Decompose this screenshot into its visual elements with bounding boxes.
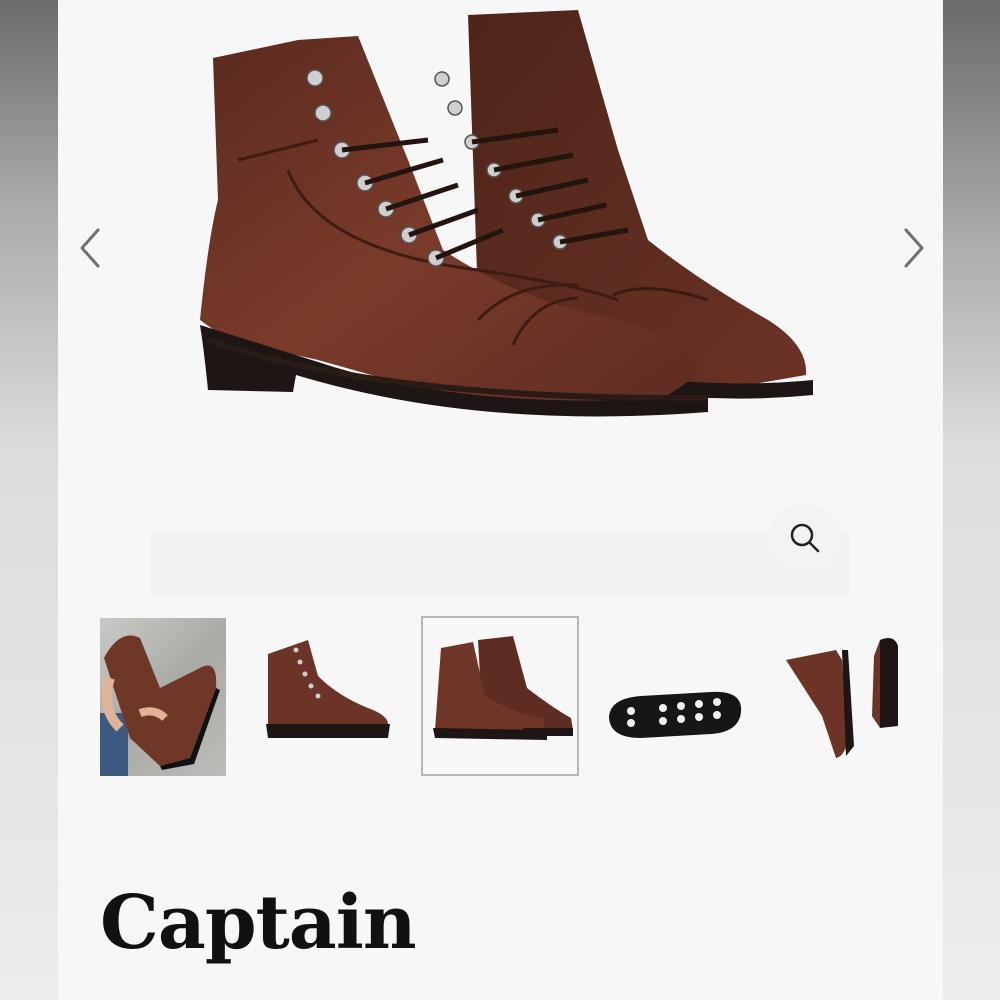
thumbnail-side-view[interactable] (248, 616, 396, 776)
thumbnail-top-view-image (786, 638, 898, 758)
product-title: Captain (100, 880, 417, 966)
thumbnail-pair-image (433, 636, 573, 740)
carousel-prev-button[interactable] (68, 222, 116, 274)
zoom-button[interactable] (768, 505, 842, 571)
thumbnail-side-view-image (266, 640, 390, 738)
background-left-edge (0, 0, 58, 1000)
chevron-right-icon (904, 228, 924, 268)
thumbnail-lifestyle-image (100, 635, 220, 776)
product-hero-image (58, 0, 943, 600)
chevron-left-icon (80, 228, 100, 268)
thumbnail-pair-selected[interactable] (421, 616, 579, 776)
thumbnail-lifestyle[interactable] (100, 618, 226, 776)
background-right-edge (943, 0, 1000, 1000)
thumbnail-top-view[interactable] (776, 616, 902, 776)
thumbnail-strip (96, 616, 906, 778)
search-icon (790, 523, 820, 553)
product-page: Captain (58, 0, 943, 1000)
thumbnail-sole[interactable] (601, 616, 749, 776)
carousel-next-button[interactable] (888, 222, 936, 274)
thumbnail-sole-image (609, 691, 742, 738)
